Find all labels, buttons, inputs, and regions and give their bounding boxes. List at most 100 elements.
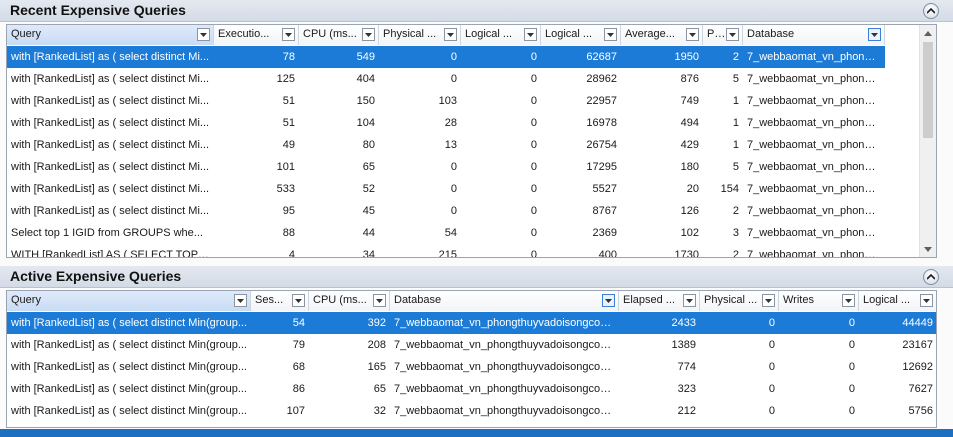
column-header[interactable]: Query xyxy=(7,291,251,311)
table-cell: 7_webbaomat_vn_phongth... xyxy=(747,205,885,217)
recent-queries-scrollbar[interactable] xyxy=(919,25,936,257)
column-header[interactable]: Elapsed ... xyxy=(619,291,700,311)
table-row[interactable]: with [RankedList] as ( select distinct M… xyxy=(7,156,885,178)
table-row[interactable]: with [RankedList] as ( select distinct M… xyxy=(7,400,936,422)
table-row[interactable]: with [RankedList] as ( select distinct M… xyxy=(7,334,936,356)
dropdown-filter-icon[interactable] xyxy=(444,28,457,41)
table-cell: 180 xyxy=(680,161,699,173)
column-header[interactable]: Writes xyxy=(779,291,859,311)
table-cell: 7_webbaomat_vn_phongth... xyxy=(747,249,885,258)
table-row[interactable]: with [RankedList] as ( select distinct M… xyxy=(7,378,936,400)
table-cell: 1 xyxy=(732,95,739,107)
dropdown-filter-icon[interactable] xyxy=(920,294,933,307)
table-cell: 65 xyxy=(362,161,375,173)
column-header[interactable]: Logical ... xyxy=(461,25,541,45)
table-cell: 0 xyxy=(768,317,775,329)
dropdown-filter-icon[interactable] xyxy=(842,294,855,307)
active-queries-header[interactable]: Active Expensive Queries xyxy=(0,266,953,288)
dropdown-filter-icon[interactable] xyxy=(282,28,295,41)
table-cell: 79 xyxy=(292,339,305,351)
table-row[interactable]: Select top 1 IGID from GROUPS whe... 88 44… xyxy=(7,222,885,244)
column-header[interactable]: Database xyxy=(390,291,619,311)
table-cell: 429 xyxy=(680,139,699,151)
recent-queries-title: Recent Expensive Queries xyxy=(10,2,186,18)
table-row[interactable]: with [RankedList] as ( select distinct M… xyxy=(7,112,885,134)
table-row[interactable]: with [RankedList] as ( select distinct M… xyxy=(7,46,885,68)
table-cell: 0 xyxy=(530,139,537,151)
dropdown-filter-icon[interactable] xyxy=(362,28,375,41)
recent-queries-column-header: Query Executio... CPU (ms... Physical ... Lo… xyxy=(7,25,885,45)
column-header[interactable]: Query xyxy=(7,25,214,45)
table-cell: 12692 xyxy=(902,361,933,373)
table-cell: with [RankedList] as ( select distinct M… xyxy=(11,73,210,85)
column-header[interactable]: Pl... xyxy=(703,25,743,45)
recent-queries-rows: with [RankedList] as ( select distinct M… xyxy=(7,46,885,258)
active-queries-grid[interactable]: Query Ses... CPU (ms... Database Elapsed ...… xyxy=(6,290,937,428)
table-cell: 215 xyxy=(438,249,457,258)
table-cell: 7_webbaomat_vn_phongth... xyxy=(747,139,885,151)
table-row[interactable]: with [RankedList] as ( select distinct M… xyxy=(7,90,885,112)
table-cell: 26754 xyxy=(586,139,617,151)
column-header[interactable]: CPU (ms... xyxy=(309,291,390,311)
dropdown-filter-icon[interactable] xyxy=(524,28,537,41)
table-row[interactable]: WITH [RankedList] AS ( SELECT TOP ... 4 34… xyxy=(7,244,885,258)
dropdown-filter-icon[interactable] xyxy=(726,28,739,41)
dropdown-filter-icon[interactable] xyxy=(686,28,699,41)
table-cell: 0 xyxy=(450,183,457,195)
table-cell: 7_webbaomat_vn_phongthuyvadoisongcomdb xyxy=(394,405,619,417)
column-header[interactable]: Database xyxy=(743,25,885,45)
scrollbar-thumb[interactable] xyxy=(923,42,933,138)
table-cell: with [RankedList] as ( select distinct M… xyxy=(11,361,247,373)
table-cell: 404 xyxy=(356,73,375,85)
dropdown-filter-icon[interactable] xyxy=(602,294,615,307)
table-cell: 0 xyxy=(848,317,855,329)
dropdown-filter-icon[interactable] xyxy=(197,28,210,41)
table-cell: 7_webbaomat_vn_phongthuyvadoisongcomdb xyxy=(394,339,619,351)
table-cell: 1730 xyxy=(674,249,699,258)
dropdown-filter-icon[interactable] xyxy=(292,294,305,307)
table-cell: 1 xyxy=(732,117,739,129)
recent-queries-header[interactable]: Recent Expensive Queries xyxy=(0,0,953,22)
dropdown-filter-icon[interactable] xyxy=(762,294,775,307)
table-cell: 7_webbaomat_vn_phongth... xyxy=(747,117,885,129)
table-cell: 0 xyxy=(530,205,537,217)
column-header[interactable]: Physical ... xyxy=(700,291,779,311)
table-cell: 0 xyxy=(530,51,537,63)
scroll-up-arrow-icon[interactable] xyxy=(920,25,936,41)
table-row[interactable]: with [RankedList] as ( select distinct M… xyxy=(7,68,885,90)
table-cell: 3 xyxy=(732,227,739,239)
column-header[interactable]: Physical ... xyxy=(379,25,461,45)
scroll-down-arrow-icon[interactable] xyxy=(920,241,936,257)
column-header[interactable]: Average... xyxy=(621,25,703,45)
table-cell: 23167 xyxy=(902,339,933,351)
table-row[interactable]: with [RankedList] as ( select distinct M… xyxy=(7,312,936,334)
column-header[interactable]: Ses... xyxy=(251,291,309,311)
table-row[interactable]: with [RankedList] as ( select distinct M… xyxy=(7,200,885,222)
dropdown-filter-icon[interactable] xyxy=(234,294,247,307)
dropdown-filter-icon[interactable] xyxy=(868,28,881,41)
table-row[interactable]: with [RankedList] as ( select distinct M… xyxy=(7,178,885,200)
collapse-recent-button[interactable] xyxy=(923,3,939,19)
table-cell: 34 xyxy=(362,249,375,258)
column-header[interactable]: Logical ... xyxy=(541,25,621,45)
dropdown-filter-icon[interactable] xyxy=(604,28,617,41)
table-cell: 0 xyxy=(450,205,457,217)
collapse-active-button[interactable] xyxy=(923,269,939,285)
dropdown-filter-icon[interactable] xyxy=(683,294,696,307)
column-header[interactable]: CPU (ms... xyxy=(299,25,379,45)
recent-queries-grid[interactable]: Query Executio... CPU (ms... Physical ... Lo… xyxy=(6,24,937,258)
table-cell: 7_webbaomat_vn_phongthuyvadoisongcomdb xyxy=(394,361,619,373)
column-header[interactable]: Logical ... xyxy=(859,291,936,311)
table-cell: 323 xyxy=(677,383,696,395)
dropdown-filter-icon[interactable] xyxy=(373,294,386,307)
table-cell: with [RankedList] as ( select distinct M… xyxy=(11,51,210,63)
active-queries-rows: with [RankedList] as ( select distinct M… xyxy=(7,312,936,422)
table-row[interactable]: with [RankedList] as ( select distinct M… xyxy=(7,356,936,378)
table-cell: 126 xyxy=(680,205,699,217)
table-row[interactable]: with [RankedList] as ( select distinct M… xyxy=(7,134,885,156)
column-header[interactable]: Executio... xyxy=(214,25,299,45)
table-cell: 154 xyxy=(720,183,739,195)
table-cell: 45 xyxy=(362,205,375,217)
table-cell: with [RankedList] as ( select distinct M… xyxy=(11,317,247,329)
table-cell: 7_webbaomat_vn_phongth... xyxy=(747,51,885,63)
